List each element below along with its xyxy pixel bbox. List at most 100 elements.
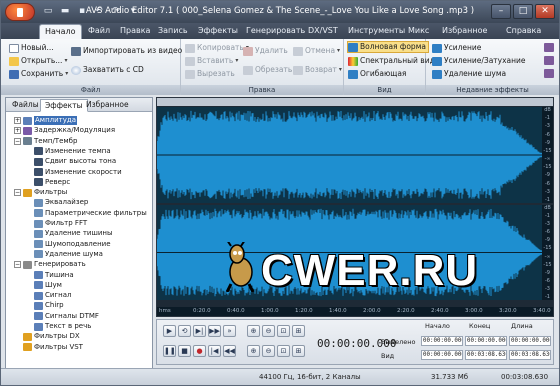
tab-dxvst[interactable]: DX/VST xyxy=(303,24,343,39)
tree-item[interactable]: Шумоподавление xyxy=(34,240,111,249)
minimize-button[interactable]: – xyxy=(491,4,511,19)
cut-button[interactable]: Вырезать xyxy=(185,68,235,80)
rewind-icon[interactable]: ◀◀ xyxy=(223,345,236,357)
envelope-view-button[interactable]: Огибающая xyxy=(348,68,406,80)
tab-generate[interactable]: Генерировать xyxy=(241,24,310,39)
tree-item[interactable]: Изменение темпа xyxy=(34,147,111,156)
play-icon[interactable]: ▶ xyxy=(163,325,176,337)
tab-help[interactable]: Справка xyxy=(501,24,546,39)
tree-item[interactable]: Сдвиг высоты тона xyxy=(34,157,116,166)
effect-icon xyxy=(34,229,43,238)
view-length-field[interactable]: 00:03:08.630 xyxy=(509,350,551,360)
selection-end-field[interactable]: 00:00:00.000 xyxy=(465,336,507,346)
undo-button[interactable]: Отмена ▾ xyxy=(293,45,340,57)
open-button[interactable]: Открыть... ▾ xyxy=(9,55,67,67)
skip-end-icon[interactable]: ▶▶ xyxy=(208,325,221,337)
tree-item[interactable]: Текст в речь xyxy=(34,322,91,331)
tree-item[interactable]: − Фильтры xyxy=(14,188,67,197)
expand-toggle-icon[interactable]: + xyxy=(14,127,21,135)
expand-toggle-icon[interactable]: − xyxy=(14,137,21,145)
tab-favorites[interactable]: Избранное xyxy=(437,24,492,39)
delete-button[interactable]: Удалить xyxy=(243,45,288,57)
tab-edit[interactable]: Правка xyxy=(115,24,155,39)
expand-toggle-icon[interactable]: − xyxy=(14,189,21,197)
zoom-selection-icon[interactable]: ⊡ xyxy=(277,325,290,337)
waveform-editor[interactable]: dB -1 -3 -6 -9 -15 -∞ -15 -9 -6 -3 -1 dB -1 -3 -6 -9 -15… xyxy=(156,97,554,317)
import-video-button[interactable]: Импортировать из видео xyxy=(71,45,182,57)
zoom-in-vertical-icon[interactable]: ⊕ xyxy=(247,345,260,357)
tab-tools[interactable]: Инструменты xyxy=(343,24,410,39)
new-button[interactable]: Новый... xyxy=(9,42,54,54)
record-icon[interactable]: ● xyxy=(193,345,206,357)
tab-record[interactable]: Запись xyxy=(153,24,193,39)
paste-button[interactable]: Вставить ▾ xyxy=(185,55,238,67)
spectral-view-button[interactable]: Спектральный вид xyxy=(348,55,435,67)
copy-button[interactable]: Копировать▾ xyxy=(185,42,249,54)
tree-item[interactable]: Параметрические фильтры xyxy=(34,209,147,218)
tab-effects[interactable]: Эффекты xyxy=(193,24,243,39)
close-button[interactable]: ✕ xyxy=(535,4,555,19)
tree-item[interactable]: + Амплитуда xyxy=(14,116,78,125)
go-start-icon[interactable]: |◀ xyxy=(208,345,221,357)
selection-length-field[interactable]: 00:00:00.000 xyxy=(509,336,551,346)
view-start-field[interactable]: 00:00:00.000 xyxy=(421,350,463,360)
effect-settings-icon[interactable] xyxy=(544,43,554,52)
tree-item[interactable]: − Генерировать xyxy=(14,260,86,269)
loop-icon[interactable]: ⟲ xyxy=(178,325,191,337)
trim-button[interactable]: Обрезать xyxy=(243,64,292,76)
panel-tab-effects[interactable]: Эффекты xyxy=(40,99,88,112)
tree-item[interactable]: Chirp xyxy=(34,301,64,310)
zoom-in-icon[interactable]: ⊕ xyxy=(247,325,260,337)
tree-item[interactable]: Реверс xyxy=(34,178,70,187)
play-to-end-icon[interactable]: ▶| xyxy=(193,325,206,337)
zoom-fit-vertical-icon[interactable]: ⊡ xyxy=(277,345,290,357)
panel-tab-files[interactable]: Файлы xyxy=(8,99,43,112)
tree-item[interactable]: Фильтры DX xyxy=(14,332,80,341)
effect-icon xyxy=(34,219,43,228)
tree-item[interactable]: − Темп/Тембр xyxy=(14,137,77,146)
tab-mix[interactable]: Микс xyxy=(403,24,434,39)
expand-toggle-icon[interactable]: − xyxy=(14,261,21,269)
view-end-field[interactable]: 00:03:08.630 xyxy=(465,350,507,360)
header-end: Конец xyxy=(469,322,491,330)
recent-fade-button[interactable]: Усиление/Затухание xyxy=(432,55,526,67)
tab-home[interactable]: Начало xyxy=(39,24,82,39)
spectrum-icon xyxy=(348,56,358,66)
effect-icon xyxy=(34,250,43,259)
tree-item[interactable]: Сигналы DTMF xyxy=(34,312,99,321)
tree-item[interactable]: Фильтр FFT xyxy=(34,219,87,228)
panel-tab-favorites[interactable]: Избранное xyxy=(82,99,133,112)
recent-amplify-button[interactable]: Усиление xyxy=(432,42,481,54)
overview-ruler[interactable] xyxy=(157,98,553,106)
zoom-out-icon[interactable]: ⊖ xyxy=(262,325,275,337)
stop-icon[interactable]: ■ xyxy=(178,345,191,357)
time-ruler[interactable]: hms 0:20.0 0:40.0 1:00.0 1:20.0 1:40.0 2:00.0 2… xyxy=(157,307,553,316)
tree-item[interactable]: Фильтры VST xyxy=(14,343,83,352)
zoom-out-vertical-icon[interactable]: ⊖ xyxy=(262,345,275,357)
capture-cd-button[interactable]: Захватить с CD xyxy=(71,64,144,76)
tree-item[interactable]: Сигнал xyxy=(34,291,71,300)
tree-item[interactable]: Тишина xyxy=(34,271,74,280)
save-button[interactable]: Сохранить ▾ xyxy=(9,68,68,80)
maximize-button[interactable]: □ xyxy=(513,4,533,19)
tree-item[interactable]: Шум xyxy=(34,281,62,290)
pause-icon[interactable]: ❚❚ xyxy=(163,345,176,357)
selection-start-field[interactable]: 00:00:00.000 xyxy=(421,336,463,346)
tab-file[interactable]: Файл xyxy=(83,24,115,39)
zoom-reset-icon[interactable]: ⊞ xyxy=(292,345,305,357)
tree-item[interactable]: Изменение скорости xyxy=(34,168,122,177)
tree-item[interactable]: Удаление шума xyxy=(34,250,103,259)
effect-settings-icon[interactable] xyxy=(544,69,554,78)
waveform-channel-left[interactable] xyxy=(157,107,543,203)
tree-item[interactable]: + Задержка/Модуляция xyxy=(14,126,115,135)
fast-forward-icon[interactable]: » xyxy=(223,325,236,337)
tree-item[interactable]: Удаление тишины xyxy=(34,229,113,238)
waveform-view-button[interactable]: Волновая форма xyxy=(347,41,429,53)
effect-settings-icon[interactable] xyxy=(544,56,554,65)
redo-button[interactable]: Возврат ▾ xyxy=(293,64,342,76)
effect-icon xyxy=(34,271,43,279)
zoom-full-icon[interactable]: ⊞ xyxy=(292,325,305,337)
recent-noise-removal-button[interactable]: Удаление шума xyxy=(432,68,506,80)
expand-toggle-icon[interactable]: + xyxy=(14,117,21,124)
tree-item[interactable]: Эквалайзер xyxy=(34,198,88,207)
